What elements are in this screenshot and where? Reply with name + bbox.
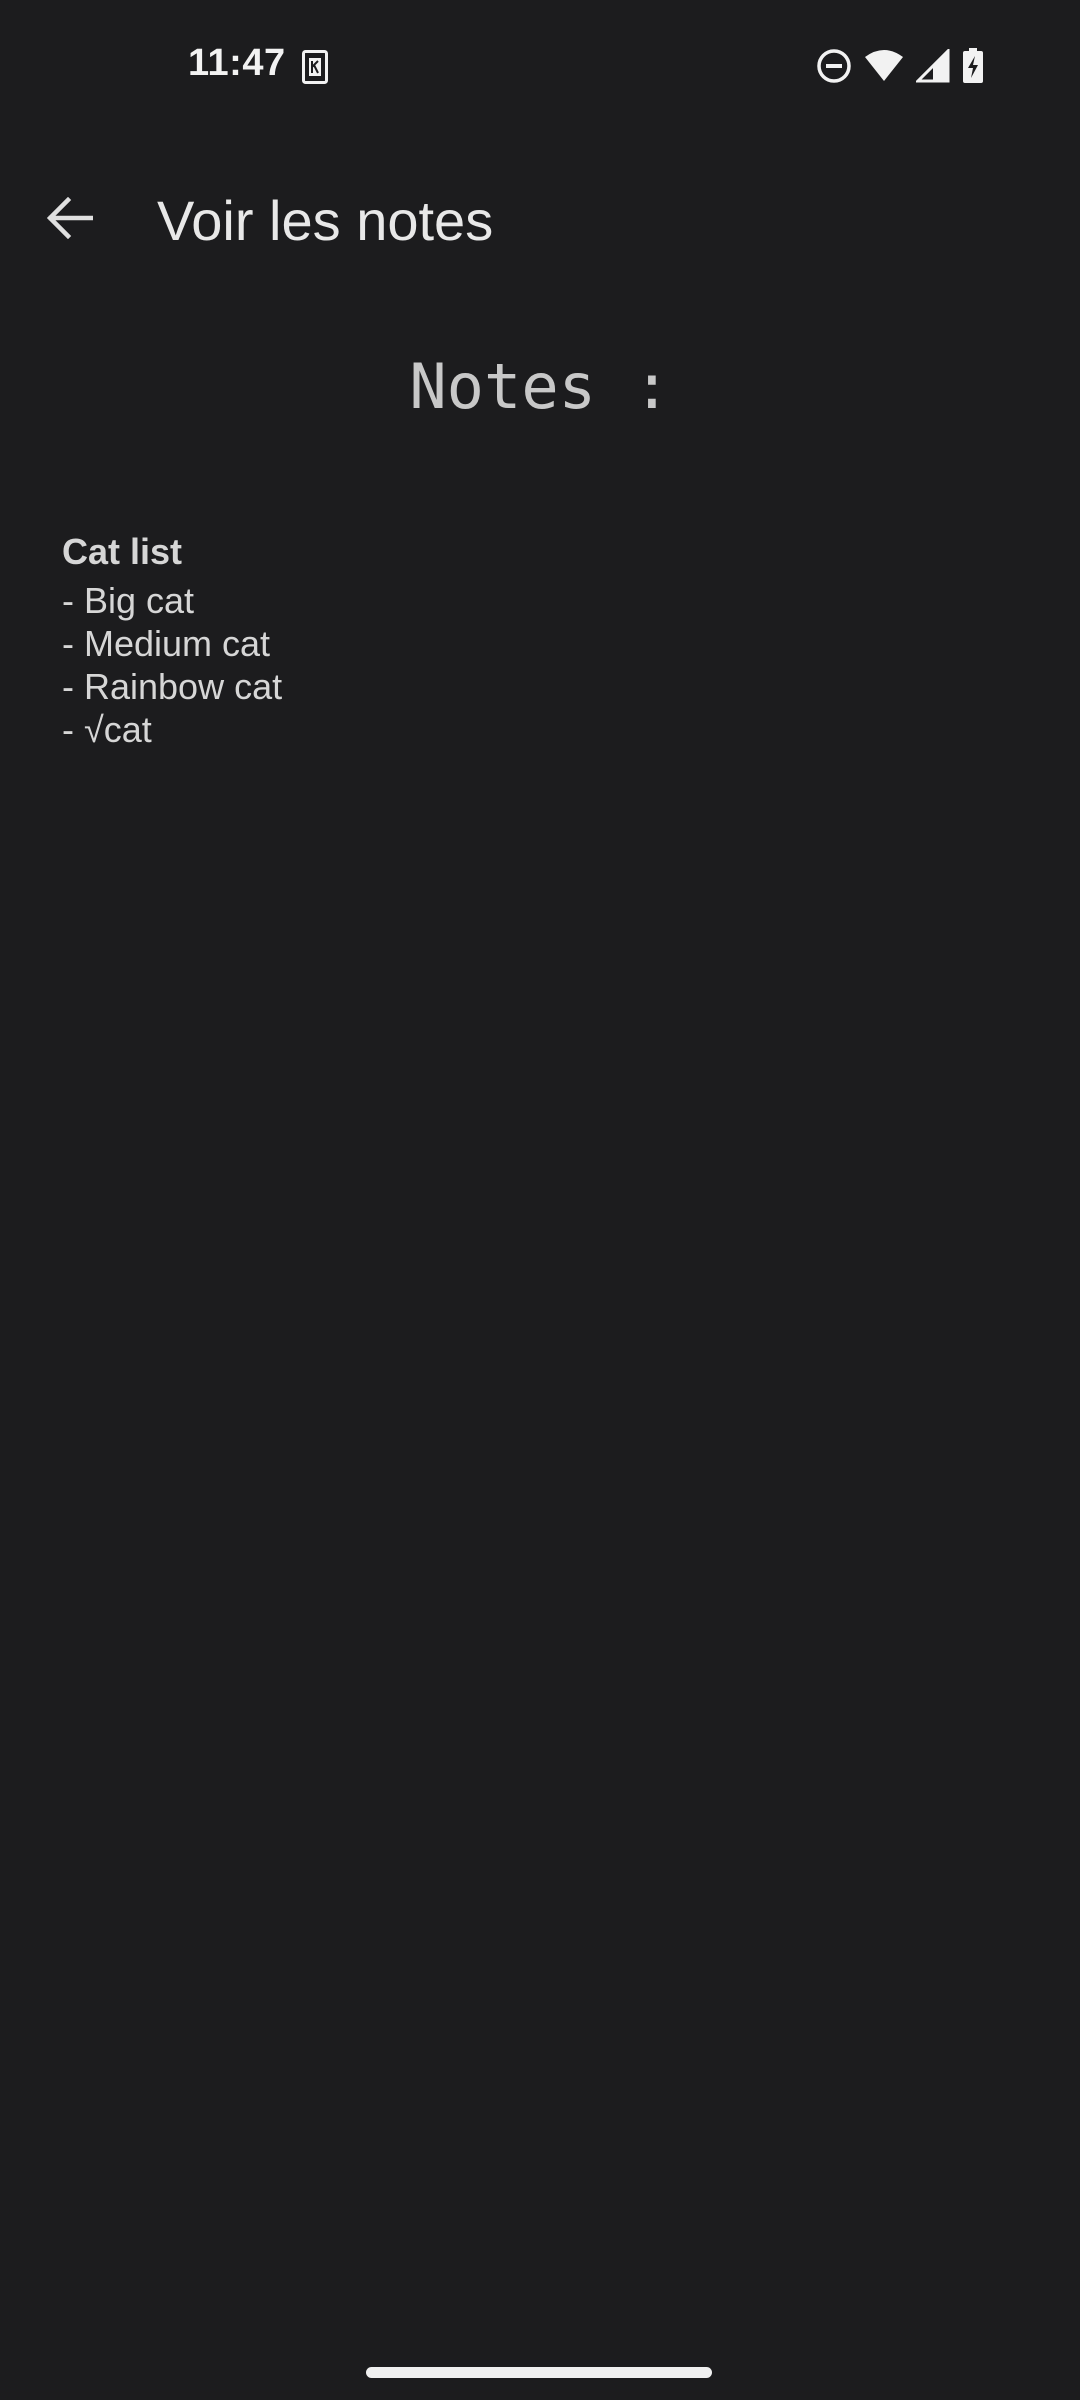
battery-charging-icon xyxy=(962,47,984,89)
arrow-back-icon xyxy=(46,196,94,244)
status-bar: 11:47 xyxy=(0,0,1080,134)
status-icons xyxy=(816,46,984,89)
gesture-nav-handle[interactable] xyxy=(366,2367,712,2378)
note-item[interactable]: Cat list - Big cat - Medium cat - Rainbo… xyxy=(62,525,962,751)
screen: 11:47 Voir les notes Notes: Cat list - … xyxy=(0,0,1080,2400)
notes-heading: Notes : xyxy=(409,350,671,423)
status-time: 11:47 xyxy=(188,42,286,84)
sim-card-icon xyxy=(302,50,328,84)
signal-icon xyxy=(914,46,950,88)
note-line: - Big cat xyxy=(62,580,195,621)
note-line: - Rainbow cat xyxy=(62,666,283,707)
page-title: Voir les notes xyxy=(157,189,494,252)
note-line: - √cat xyxy=(62,709,152,750)
wifi-icon xyxy=(864,49,904,87)
note-line: - Medium cat xyxy=(62,623,271,664)
app-bar: Voir les notes xyxy=(0,160,1080,280)
back-button[interactable] xyxy=(30,180,110,260)
note-title: Cat list xyxy=(62,531,183,572)
do-not-disturb-icon xyxy=(816,48,852,89)
